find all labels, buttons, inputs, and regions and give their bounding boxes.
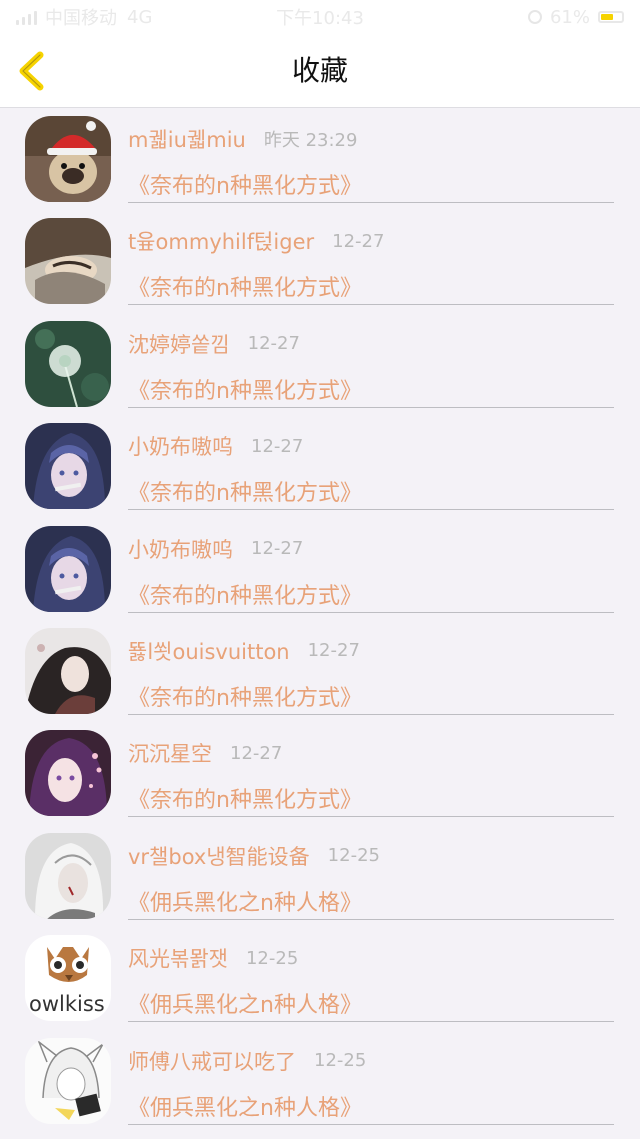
username[interactable]: 小奶布嗷呜 [128, 431, 233, 461]
divider [128, 816, 614, 818]
avatar[interactable] [25, 423, 111, 510]
username[interactable]: 沈婷婷쏱낌 [128, 329, 230, 359]
timestamp: 12-27 [307, 640, 360, 662]
divider [128, 918, 614, 920]
username[interactable]: 风光볶뫍잿 [128, 943, 228, 973]
avatar[interactable] [25, 320, 111, 407]
divider [128, 202, 614, 203]
article-title-link[interactable]: 《奈布的n种黑化方式》 [128, 782, 362, 814]
divider [128, 713, 614, 715]
page-title: 收藏 [291, 54, 348, 87]
avatar[interactable] [25, 730, 111, 817]
article-title-link[interactable]: 《奈布的n种黑化方式》 [128, 168, 362, 200]
divider [128, 611, 614, 613]
favorite-item[interactable]: vr챌box냉智能设备 12-25 《佣兵黑化之n种人格》 [0, 825, 640, 927]
divider [128, 304, 614, 306]
article-title-link[interactable]: 《佣兵黑化之n种人格》 [128, 987, 362, 1019]
timestamp: 12-27 [332, 230, 385, 252]
divider [128, 406, 614, 408]
favorite-item[interactable]: 小奶布嗷呜 12-27 《奈布的n种黑化方式》 [0, 415, 640, 517]
favorites-list: m궯iu궯miu 昨天 23:29 《奈布的n种黑化方式》 t윺ommyhilf턵ig… [0, 108, 640, 1132]
timestamp: 12-27 [251, 435, 304, 457]
timestamp: 12-25 [314, 1050, 367, 1072]
timestamp: 12-27 [247, 333, 300, 355]
divider [128, 1021, 614, 1023]
avatar[interactable] [25, 218, 111, 305]
favorite-item[interactable]: owlkiss 风光볶뫍잿 12-25 《佣兵黑化之n种人格》 [0, 927, 640, 1029]
avatar[interactable] [25, 832, 111, 919]
divider [128, 1123, 614, 1125]
article-title-link[interactable]: 《奈布的n种黑化方式》 [128, 270, 362, 302]
favorite-item[interactable]: 沈婷婷쏱낌 12-27 《奈布的n种黑化方式》 [0, 313, 640, 415]
timestamp: 12-27 [230, 742, 283, 764]
article-title-link[interactable]: 《奈布的n种黑化方式》 [128, 475, 362, 507]
avatar[interactable] [25, 525, 111, 612]
favorite-item[interactable]: t윺ommyhilf턵iger 12-27 《奈布的n种黑化方式》 [0, 210, 640, 312]
username[interactable]: vr챌box냉智能设备 [128, 841, 310, 871]
avatar[interactable] [25, 1037, 111, 1124]
favorite-item[interactable]: 小奶布嗷呜 12-27 《奈布的n种黑化方式》 [0, 518, 640, 620]
username[interactable]: t윺ommyhilf턵iger [128, 226, 314, 256]
nav-bar: 收藏 [0, 34, 640, 108]
timestamp: 昨天 23:29 [263, 130, 358, 151]
article-title-link[interactable]: 《奈布的n种黑化方式》 [128, 373, 362, 405]
article-title-link[interactable]: 《佣兵黑化之n种人格》 [128, 885, 362, 917]
favorite-item[interactable]: 师傅八戒可以吃了 12-25 《佣兵黑化之n种人格》 [0, 1030, 640, 1132]
timestamp: 12-27 [251, 538, 304, 560]
divider [128, 509, 614, 511]
favorite-item[interactable]: m궯iu궯miu 昨天 23:29 《奈布的n种黑化方式》 [0, 108, 640, 210]
username[interactable]: 뚏l쐿ouisvuitton [128, 636, 290, 666]
article-title-link[interactable]: 《佣兵黑化之n种人格》 [128, 1090, 362, 1122]
chevron-left-icon [19, 51, 44, 91]
avatar[interactable]: owlkiss [25, 935, 111, 1022]
avatar[interactable] [25, 116, 111, 202]
favorite-item[interactable]: 沉沉星空 12-27 《奈布的n种黑化方式》 [0, 722, 640, 824]
svg-text:owlkiss: owlkiss [29, 992, 105, 1016]
timestamp: 12-25 [327, 845, 380, 867]
username[interactable]: 师傅八戒可以吃了 [128, 1046, 296, 1076]
article-title-link[interactable]: 《奈布的n种黑化方式》 [128, 578, 362, 610]
network-label: 4G [127, 6, 153, 28]
username[interactable]: m궯iu궯miu [128, 124, 246, 154]
article-title-link[interactable]: 《奈布的n种黑化方式》 [128, 680, 362, 712]
avatar[interactable] [25, 627, 111, 714]
carrier-label: 中国移动 [45, 8, 117, 29]
timestamp: 12-25 [245, 947, 299, 969]
battery-icon [598, 11, 624, 23]
status-bar: 中国移动 4G 下午10:43 61% [0, 0, 640, 34]
alarm-icon [527, 10, 542, 24]
username[interactable]: 小奶布嗷呜 [128, 534, 233, 564]
favorite-item[interactable]: 뚏l쐿ouisvuitton 12-27 《奈布的n种黑化方式》 [0, 620, 640, 722]
signal-icon [16, 9, 37, 25]
back-button[interactable] [14, 50, 54, 92]
battery-percent: 61% [549, 6, 590, 28]
username[interactable]: 沉沉星空 [128, 738, 212, 768]
